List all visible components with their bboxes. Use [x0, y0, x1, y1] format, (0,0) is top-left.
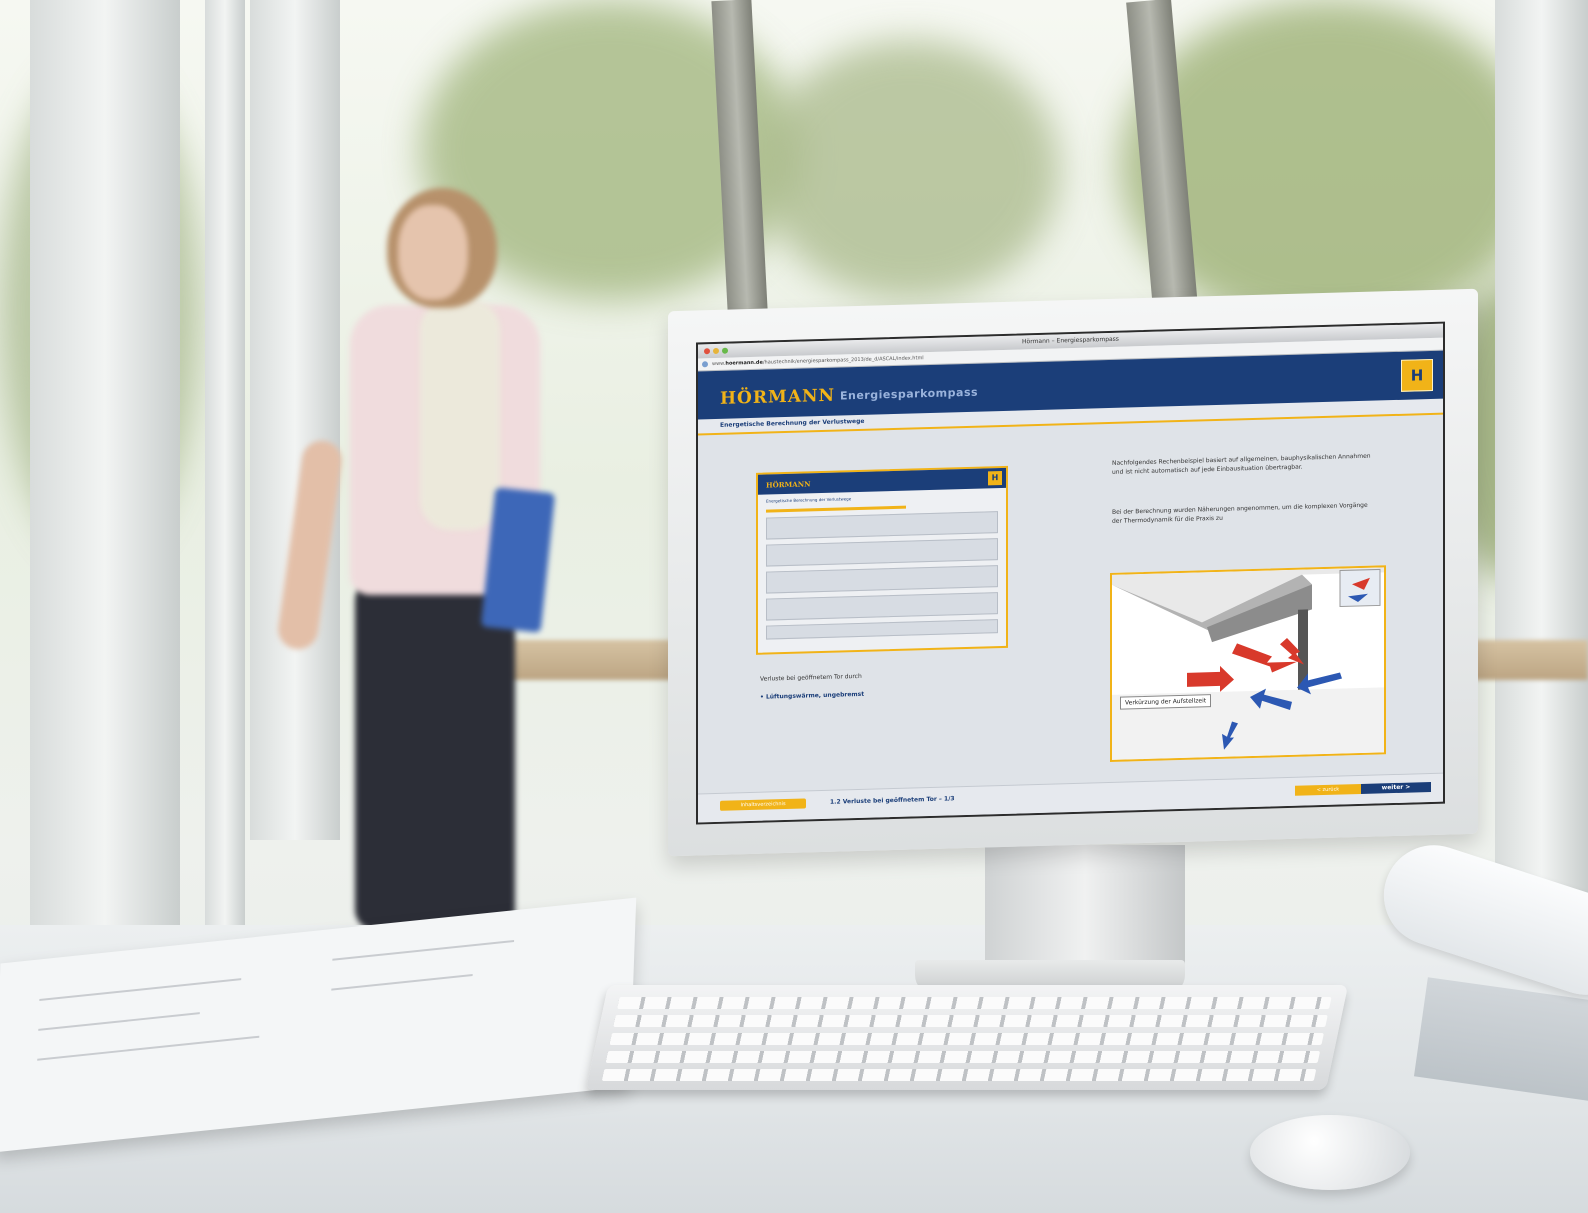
preview-form-section [766, 619, 998, 640]
door-airflow-illustration [1112, 567, 1384, 760]
photo-scene: Hörmann – Energiesparkompass www.hoerman… [0, 0, 1588, 1213]
window-frame [250, 0, 340, 840]
tree-foliage [760, 40, 1060, 300]
window-frame [205, 0, 245, 930]
person-scarf [420, 300, 500, 530]
window-frame [30, 0, 180, 930]
window-controls [704, 347, 728, 355]
monitor: Hörmann – Energiesparkompass www.hoerman… [668, 288, 1478, 857]
preview-title: Energetische Berechnung der Verlustwege [766, 496, 852, 504]
brand-logo-text: HÖRMANN [720, 385, 836, 409]
loss-intro-text: Verluste bei geöffnetem Tor durch [760, 672, 862, 683]
info-paragraph-1: Nachfolgendes Rechenbeispiel basiert auf… [1112, 452, 1371, 476]
preview-form-section [766, 565, 998, 594]
loss-list-item-label: Lüftungswärme, ungebremst [765, 690, 865, 701]
app-footer: Inhaltsverzeichnis 1.2 Verluste bei geöf… [698, 772, 1443, 823]
url-path: /haustechnik/energiesparkompass_2013/de_… [762, 355, 924, 366]
heat-loss-diagram: Verkürzung der Aufstellzeit [1110, 565, 1386, 762]
preview-form-section [766, 592, 998, 621]
globe-icon [702, 361, 708, 368]
preview-header: HÖRMANN H [758, 467, 1006, 495]
preview-form-section [766, 538, 998, 567]
calculation-form-preview[interactable]: HÖRMANN H Energetische Berechnung der Ve… [756, 465, 1008, 655]
keyboard [585, 985, 1349, 1090]
loss-list-item: • Lüftungswärme, ungebremst [760, 690, 865, 701]
window-title: Hörmann – Energiesparkompass [1022, 335, 1119, 346]
info-paragraph-2: Bei der Berechnung wurden Näherungen ang… [1112, 501, 1368, 525]
preview-logo-icon: H [988, 470, 1002, 486]
preview-highlight-bar [766, 505, 906, 513]
url-prefix: www. [712, 360, 726, 368]
table-of-contents-button[interactable]: Inhaltsverzeichnis [720, 798, 806, 811]
mouse [1250, 1115, 1410, 1190]
close-window-button[interactable] [704, 348, 710, 355]
monitor-screen: Hörmann – Energiesparkompass www.hoerman… [696, 321, 1445, 825]
preview-brand: HÖRMANN [766, 479, 811, 490]
diagram-caption: Verkürzung der Aufstellzeit [1120, 694, 1212, 710]
person-trousers [355, 580, 515, 930]
minimize-window-button[interactable] [713, 347, 719, 355]
page-indicator: 1.2 Verluste bei geöffnetem Tor – 1/3 [830, 795, 955, 806]
url-domain: hoermann.de [725, 359, 763, 367]
product-name: Energiesparkompass [840, 385, 979, 403]
next-button[interactable]: weiter > [1361, 782, 1431, 794]
preview-form-section [766, 511, 998, 540]
window-frame [1495, 0, 1588, 900]
monitor-stand [985, 845, 1185, 975]
back-button[interactable]: < zurück [1295, 783, 1361, 796]
hormann-logo-icon: H [1401, 358, 1433, 392]
person-face [398, 205, 468, 300]
zoom-window-button[interactable] [722, 347, 728, 354]
